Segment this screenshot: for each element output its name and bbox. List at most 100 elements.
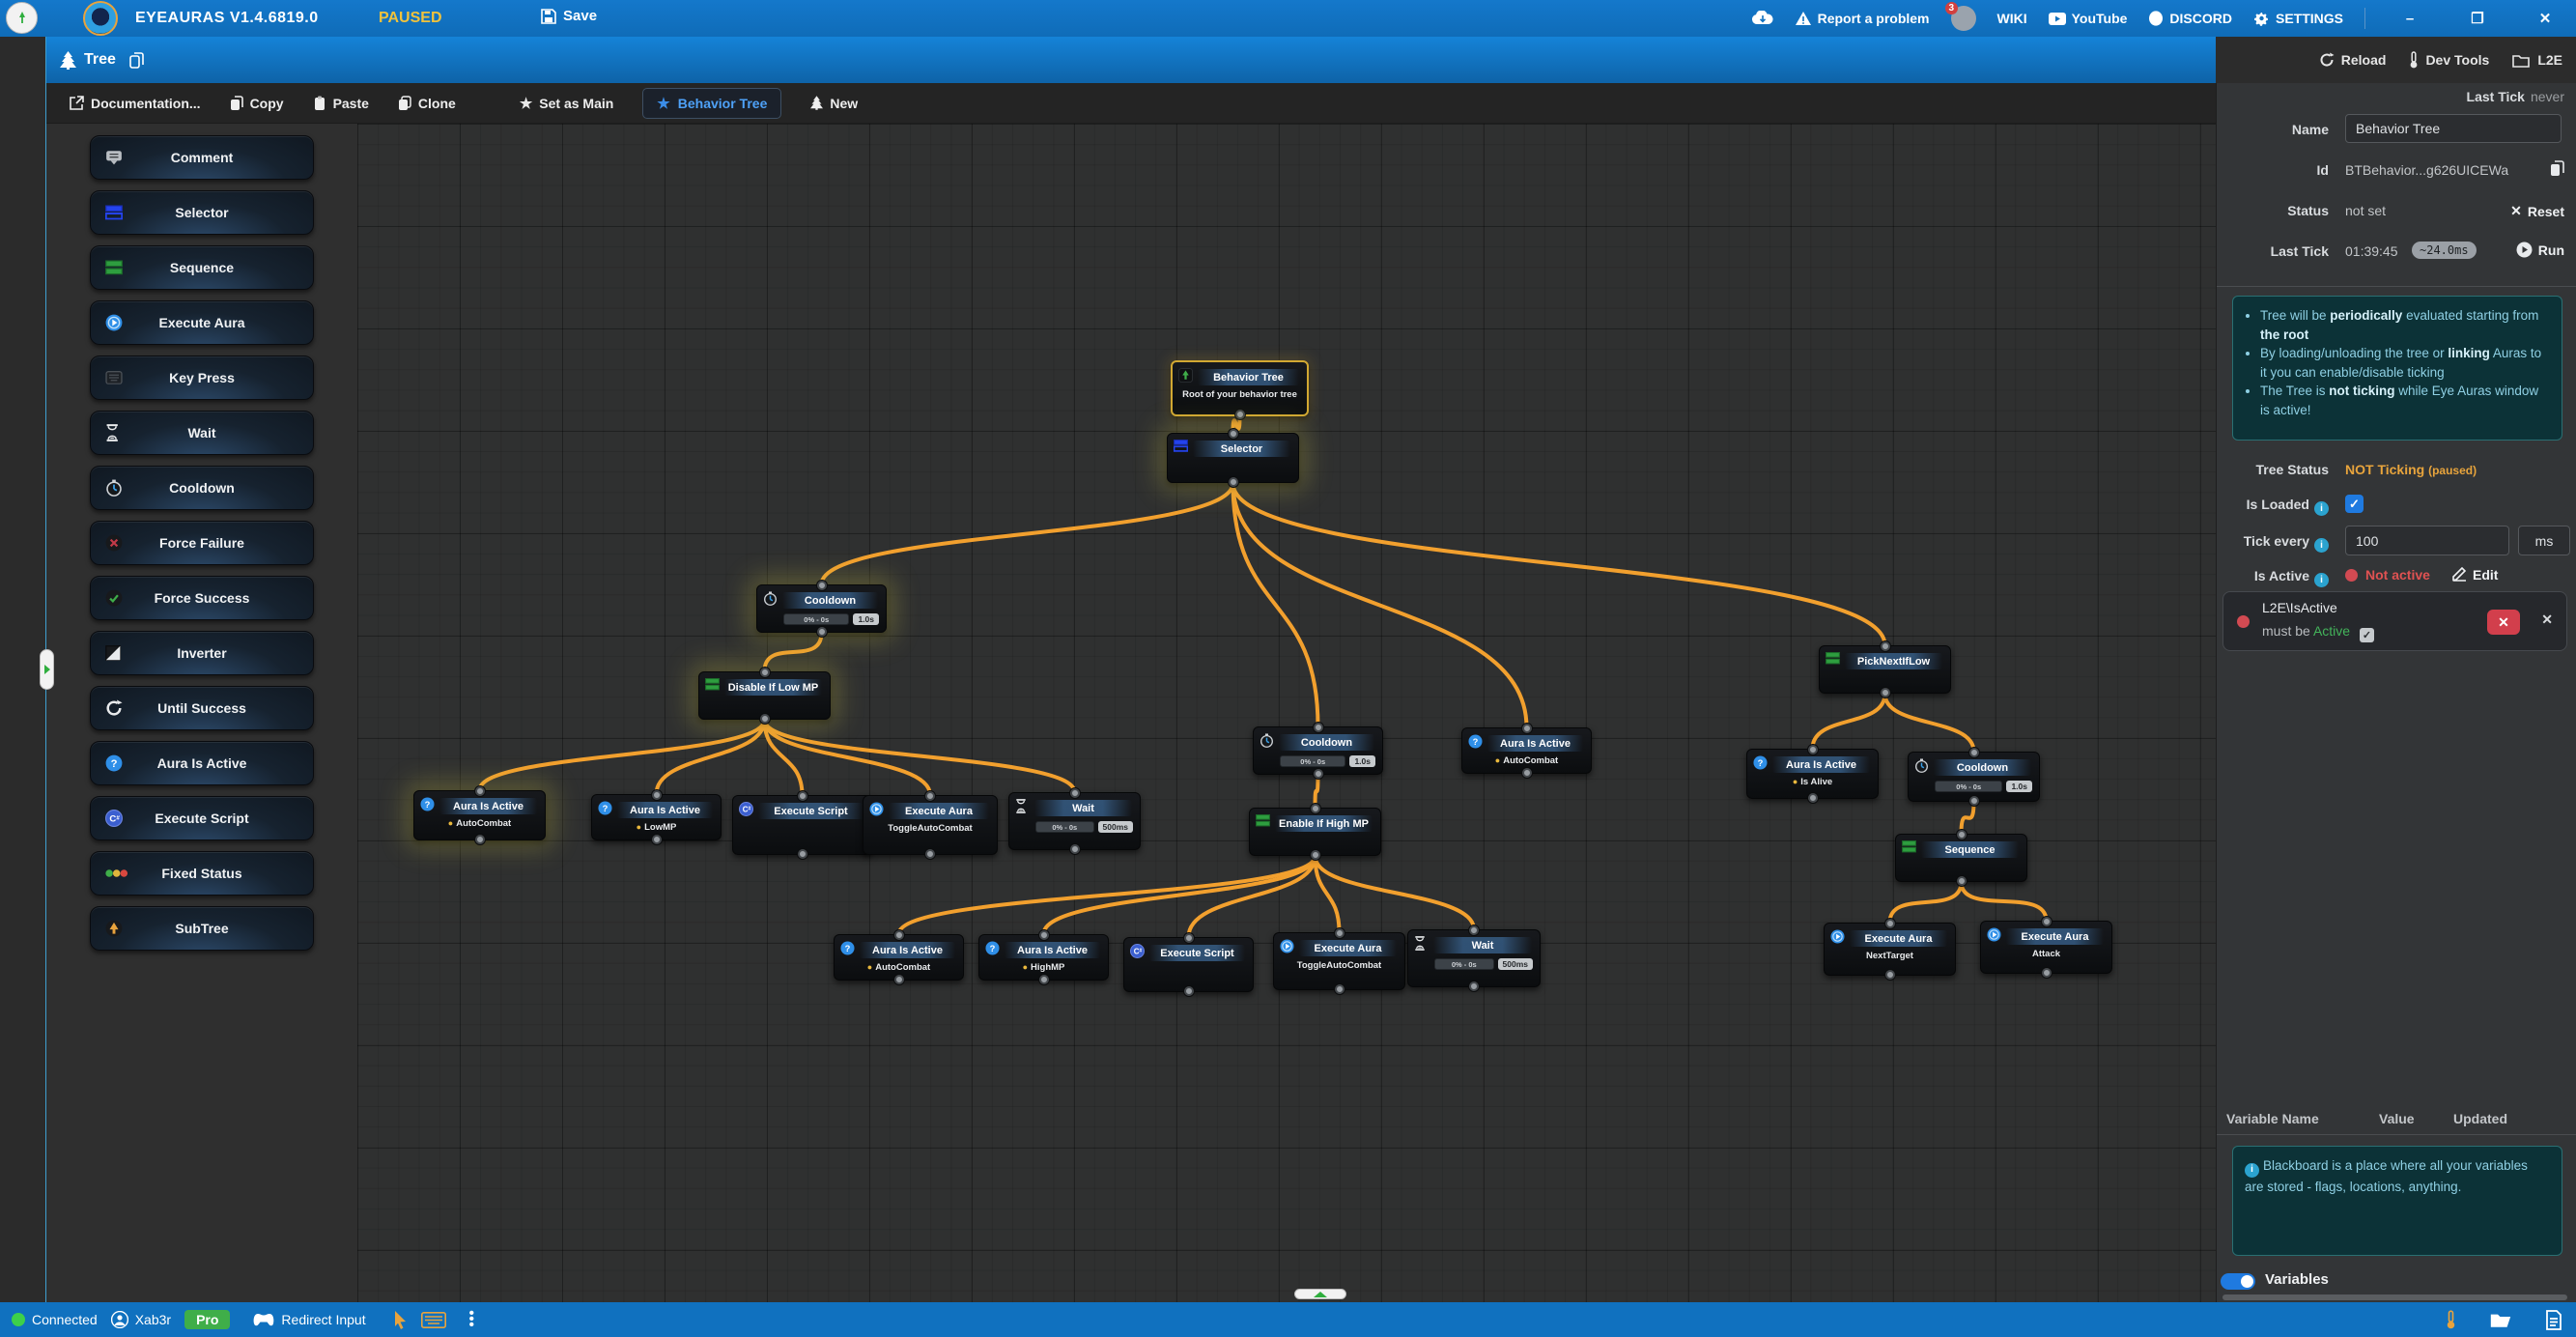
output-port[interactable] (760, 714, 770, 724)
input-port[interactable] (1314, 723, 1323, 732)
tree-node-picknext[interactable]: PickNextIfLow (1819, 645, 1951, 694)
palette-item-subtree[interactable]: SubTree (90, 906, 314, 951)
input-port[interactable] (817, 581, 827, 590)
report-problem-button[interactable]: Report a problem (1795, 11, 1930, 26)
output-port[interactable] (817, 627, 827, 637)
output-port[interactable] (1314, 769, 1323, 779)
input-port[interactable] (475, 786, 485, 796)
input-port[interactable] (1311, 804, 1320, 813)
tree-node-selector[interactable]: Selector (1167, 433, 1299, 483)
tree-node-cd_mid[interactable]: Cooldown0% - 0s1.0s (1253, 726, 1383, 775)
palette-item-wait[interactable]: Wait (90, 411, 314, 455)
minimize-button[interactable]: – (2387, 11, 2433, 27)
cloud-download-icon[interactable] (1752, 11, 1773, 26)
variables-toggle[interactable] (2221, 1273, 2255, 1290)
new-tree-button[interactable]: New (810, 96, 858, 111)
tree-node-aia_l2[interactable]: Aura Is Active?●LowMP (591, 794, 722, 840)
palette-item-fixed-status[interactable]: Fixed Status (90, 851, 314, 896)
palette-item-inverter[interactable]: Inverter (90, 631, 314, 675)
output-port[interactable] (798, 849, 807, 859)
output-port[interactable] (1335, 984, 1345, 994)
info-icon[interactable]: i (2314, 538, 2329, 553)
tree-node-es_m[interactable]: Execute ScriptC# (1123, 937, 1254, 992)
input-port[interactable] (1885, 919, 1895, 928)
duplicate-tab-icon[interactable] (129, 52, 144, 69)
tree-node-ea_m[interactable]: Execute AuraToggleAutoCombat (1273, 932, 1405, 990)
output-port[interactable] (1885, 970, 1895, 980)
palette-item-comment[interactable]: Comment (90, 135, 314, 180)
tick-every-input[interactable] (2345, 526, 2509, 555)
name-input[interactable] (2345, 114, 2562, 143)
output-port[interactable] (1469, 981, 1479, 991)
tree-node-wait_m[interactable]: Wait0% - 0s500ms (1407, 929, 1541, 987)
tree-node-seq_r[interactable]: Sequence (1895, 834, 2027, 882)
tree-node-cd_r[interactable]: Cooldown0% - 0s1.0s (1908, 752, 2040, 802)
reset-button[interactable]: ✕Reset (2510, 203, 2564, 219)
tree-node-seq_mid[interactable]: Enable If High MP (1249, 808, 1381, 856)
tree-node-aia_m2[interactable]: Aura Is Active?●HighMP (978, 934, 1109, 981)
clear-condition-icon[interactable]: ✕ (2541, 612, 2553, 628)
input-port[interactable] (760, 668, 770, 677)
copy-id-button[interactable] (2550, 160, 2564, 177)
save-button[interactable]: Save (541, 8, 597, 24)
keyboard-icon[interactable] (421, 1312, 446, 1328)
tree-node-es_l[interactable]: Execute ScriptC# (732, 795, 872, 855)
input-port[interactable] (1881, 641, 1890, 651)
input-port[interactable] (1808, 745, 1818, 754)
tree-node-root[interactable]: Behavior TreeRoot of your behavior tree (1171, 360, 1309, 416)
tree-node-ea_nt[interactable]: Execute AuraNextTarget (1824, 923, 1956, 976)
input-port[interactable] (1070, 788, 1080, 798)
input-port[interactable] (1469, 925, 1479, 935)
is-active-condition-card[interactable]: L2E\IsActive must be Active ✓ ✕ ✕ (2222, 591, 2567, 651)
palette-item-until-success[interactable]: Until Success (90, 686, 314, 730)
youtube-link[interactable]: YouTube (2049, 11, 2128, 26)
behavior-tree-selector[interactable]: ★ Behavior Tree (642, 88, 781, 119)
edit-button[interactable]: Edit (2452, 567, 2498, 583)
input-port[interactable] (1335, 928, 1345, 938)
output-port[interactable] (1184, 986, 1194, 996)
tree-node-wait_l[interactable]: Wait0% - 0s500ms (1008, 792, 1141, 850)
input-port[interactable] (2042, 917, 2052, 926)
more-menu[interactable]: ••• (469, 1311, 474, 1328)
expand-left-panel-handle[interactable] (40, 649, 54, 690)
behavior-tree-canvas[interactable]: Behavior TreeRoot of your behavior tree S… (357, 124, 2216, 1302)
palette-item-key-press[interactable]: Key Press (90, 356, 314, 400)
tree-node-aia_alive[interactable]: Aura Is Active?●Is Alive (1746, 749, 1879, 799)
run-button[interactable]: Run (2516, 242, 2564, 258)
palette-item-cooldown[interactable]: Cooldown (90, 466, 314, 510)
input-port[interactable] (894, 930, 904, 940)
clone-button[interactable]: Clone (398, 96, 456, 111)
settings-button[interactable]: SETTINGS (2253, 11, 2343, 26)
user-avatar[interactable]: 3 (1951, 6, 1976, 31)
tab-tree[interactable]: Tree (46, 51, 157, 70)
output-port[interactable] (925, 849, 935, 859)
output-port[interactable] (1522, 768, 1532, 778)
output-port[interactable] (1039, 975, 1049, 984)
redirect-input-menu[interactable]: Redirect Input (253, 1312, 365, 1327)
input-port[interactable] (1039, 930, 1049, 940)
expand-bottom-panel-handle[interactable] (1294, 1289, 1346, 1299)
input-port[interactable] (798, 791, 807, 801)
l2e-folder-button[interactable]: L2E (2512, 52, 2562, 68)
maximize-button[interactable]: ❐ (2454, 10, 2501, 27)
condition-checkbox[interactable]: ✓ (2360, 628, 2374, 642)
documentation-button[interactable]: Documentation... (70, 96, 201, 111)
input-port[interactable] (652, 790, 662, 800)
output-port[interactable] (1881, 688, 1890, 697)
output-port[interactable] (652, 835, 662, 844)
info-icon[interactable]: i (2314, 501, 2329, 516)
discord-link[interactable]: DISCORD (2148, 11, 2232, 26)
output-port[interactable] (1070, 844, 1080, 854)
wiki-link[interactable]: WIKI (1997, 11, 2027, 26)
input-port[interactable] (925, 791, 935, 801)
palette-item-aura-is-active[interactable]: ?Aura Is Active (90, 741, 314, 785)
log-document-icon[interactable] (2545, 1310, 2562, 1330)
palette-item-execute-script[interactable]: C#Execute Script (90, 796, 314, 840)
is-loaded-checkbox[interactable]: ✓ (2345, 495, 2364, 513)
palette-item-force-failure[interactable]: Force Failure (90, 521, 314, 565)
cursor-icon[interactable] (393, 1311, 408, 1329)
output-port[interactable] (475, 835, 485, 844)
input-port[interactable] (1229, 429, 1238, 439)
devtools-button[interactable]: Dev Tools (2409, 51, 2489, 69)
tree-node-cd_left[interactable]: Cooldown0% - 0s1.0s (756, 584, 887, 633)
